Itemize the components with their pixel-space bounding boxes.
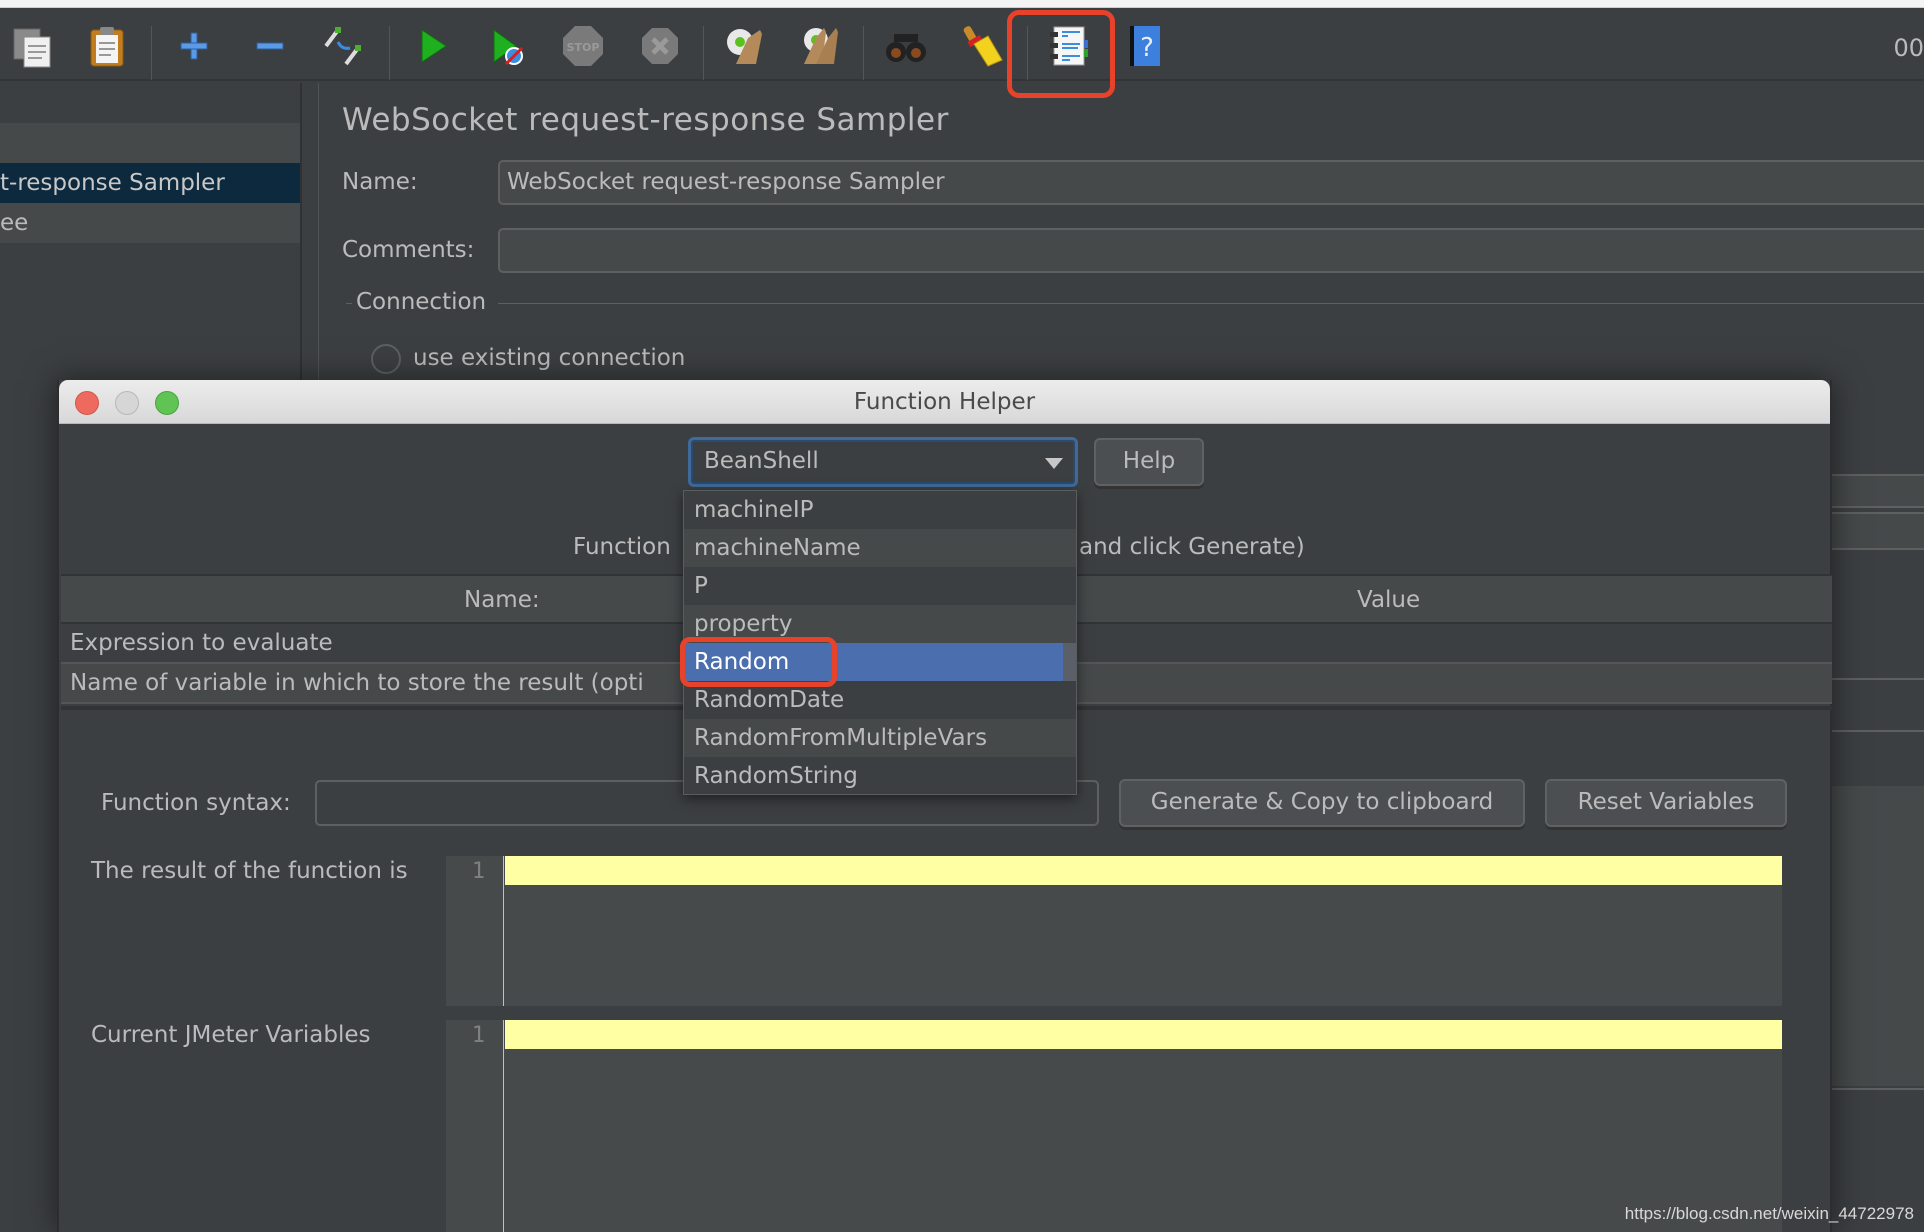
toolbar-separator: [389, 26, 390, 80]
minus-icon: [256, 42, 284, 50]
toolbar-separator: [703, 26, 704, 80]
dropdown-option[interactable]: RandomString: [684, 757, 1076, 794]
help-book-icon: ?: [1130, 26, 1160, 66]
function-helper-icon: [1050, 26, 1088, 66]
collapse-button[interactable]: [248, 24, 292, 68]
background-field-border: [1832, 474, 1924, 476]
dropdown-option[interactable]: machineIP: [684, 491, 1076, 529]
parameter-name: Name of variable in which to store the r…: [70, 670, 644, 696]
help-button[interactable]: Help: [1094, 438, 1204, 486]
result-text-area[interactable]: 1: [446, 856, 1782, 1006]
clear-all-button[interactable]: [798, 24, 842, 68]
stop-icon: STOP: [563, 26, 603, 66]
svg-text:?: ?: [1140, 33, 1154, 63]
clear-button[interactable]: [722, 24, 766, 68]
use-existing-connection-label: use existing connection: [413, 345, 686, 371]
dropdown-scrollbar-thumb[interactable]: [1063, 643, 1076, 681]
instruction-text-right: and click Generate): [1079, 534, 1305, 560]
jmeter-variables-text-area[interactable]: 1: [446, 1020, 1782, 1232]
dialog-title: Function Helper: [853, 389, 1036, 415]
shutdown-icon: [642, 28, 678, 64]
parameter-name: Expression to evaluate: [70, 630, 333, 656]
play-no-timers-icon: [493, 29, 524, 66]
help-button-toolbar[interactable]: ?: [1124, 24, 1168, 68]
current-line-highlight: [505, 1020, 1782, 1049]
generate-copy-button[interactable]: Generate & Copy to clipboard: [1119, 779, 1525, 827]
function-select[interactable]: BeanShell: [688, 437, 1078, 487]
name-field[interactable]: WebSocket request-response Sampler: [498, 160, 1924, 205]
split-pane-divider[interactable]: [300, 83, 302, 383]
window-top-strip: [0, 0, 1924, 8]
paste-button[interactable]: [85, 24, 129, 68]
play-icon: [421, 29, 447, 63]
background-field-border: [1832, 506, 1924, 508]
line-number-gutter: 1: [446, 1020, 504, 1232]
background-field-border: [1832, 512, 1924, 514]
column-header-name[interactable]: Name:: [464, 576, 540, 624]
copy-button[interactable]: [10, 24, 54, 68]
dialog-titlebar[interactable]: Function Helper: [59, 380, 1830, 424]
line-number: 1: [471, 1023, 485, 1048]
toggle-button[interactable]: [322, 24, 366, 68]
svg-text:STOP: STOP: [567, 41, 600, 54]
comments-field[interactable]: [498, 228, 1924, 273]
reset-variables-button[interactable]: Reset Variables: [1545, 779, 1787, 827]
start-no-pauses-button[interactable]: [484, 24, 528, 68]
function-helper-button[interactable]: [1046, 24, 1090, 68]
background-field-border: [1832, 1088, 1924, 1090]
toolbar: STOP ? 00: [0, 8, 1924, 98]
toolbar-separator: [151, 26, 152, 80]
connection-group-border: [498, 303, 1924, 304]
column-header-value[interactable]: Value: [1357, 576, 1420, 624]
binoculars-icon: [886, 34, 926, 62]
instruction-text-left: Function: [573, 534, 671, 560]
jmeter-variables-label: Current JMeter Variables: [91, 1022, 371, 1048]
toggle-icon: [324, 27, 361, 66]
line-number-gutter: 1: [446, 856, 504, 1006]
watermark: https://blog.csdn.net/weixin_44722978: [1624, 1204, 1914, 1223]
search-button[interactable]: [884, 24, 928, 68]
result-label: The result of the function is: [91, 858, 408, 884]
name-label: Name:: [342, 169, 418, 195]
dropdown-option[interactable]: P: [684, 567, 1076, 605]
background-field-border: [1832, 730, 1924, 732]
background-field-border: [1832, 548, 1924, 550]
connection-group-border: [346, 303, 352, 304]
toolbar-separator: [863, 26, 864, 80]
test-plan-tree: t-response Sampler ee: [0, 83, 302, 383]
use-existing-connection-radio[interactable]: [371, 344, 401, 374]
broom-icon: [963, 26, 1003, 67]
tree-item[interactable]: [0, 123, 302, 163]
current-line-highlight: [505, 856, 1782, 885]
random-option-highlight: [680, 637, 837, 687]
plus-icon: [180, 32, 208, 60]
expand-button[interactable]: [172, 24, 216, 68]
shutdown-button[interactable]: [638, 24, 682, 68]
paste-icon: [90, 27, 124, 67]
tree-item-selected[interactable]: t-response Sampler: [0, 163, 302, 203]
elapsed-time-readout: 00: [1893, 34, 1924, 62]
copy-icon: [13, 28, 51, 68]
clear-all-icon: [804, 28, 838, 64]
line-number: 1: [471, 859, 485, 884]
background-field-border: [1832, 678, 1924, 680]
stop-button[interactable]: STOP: [561, 24, 605, 68]
chevron-down-icon: [1045, 458, 1063, 469]
function-select-value: BeanShell: [704, 448, 819, 474]
comments-label: Comments:: [342, 237, 475, 263]
clear-icon: [727, 29, 762, 64]
background-field: [1832, 476, 1924, 506]
reset-search-button[interactable]: [960, 24, 1004, 68]
panel-title: WebSocket request-response Sampler: [342, 102, 949, 138]
tree-item[interactable]: ee: [0, 203, 302, 243]
panel-border: [318, 83, 319, 383]
background-field: [1832, 514, 1924, 548]
background-text-area: [1832, 786, 1924, 1086]
connection-group-label: Connection: [356, 289, 487, 315]
function-syntax-label: Function syntax:: [101, 790, 291, 816]
dropdown-option[interactable]: RandomFromMultipleVars: [684, 719, 1076, 757]
start-button[interactable]: [410, 24, 454, 68]
toolbar-separator: [1027, 26, 1028, 80]
dropdown-option[interactable]: machineName: [684, 529, 1076, 567]
